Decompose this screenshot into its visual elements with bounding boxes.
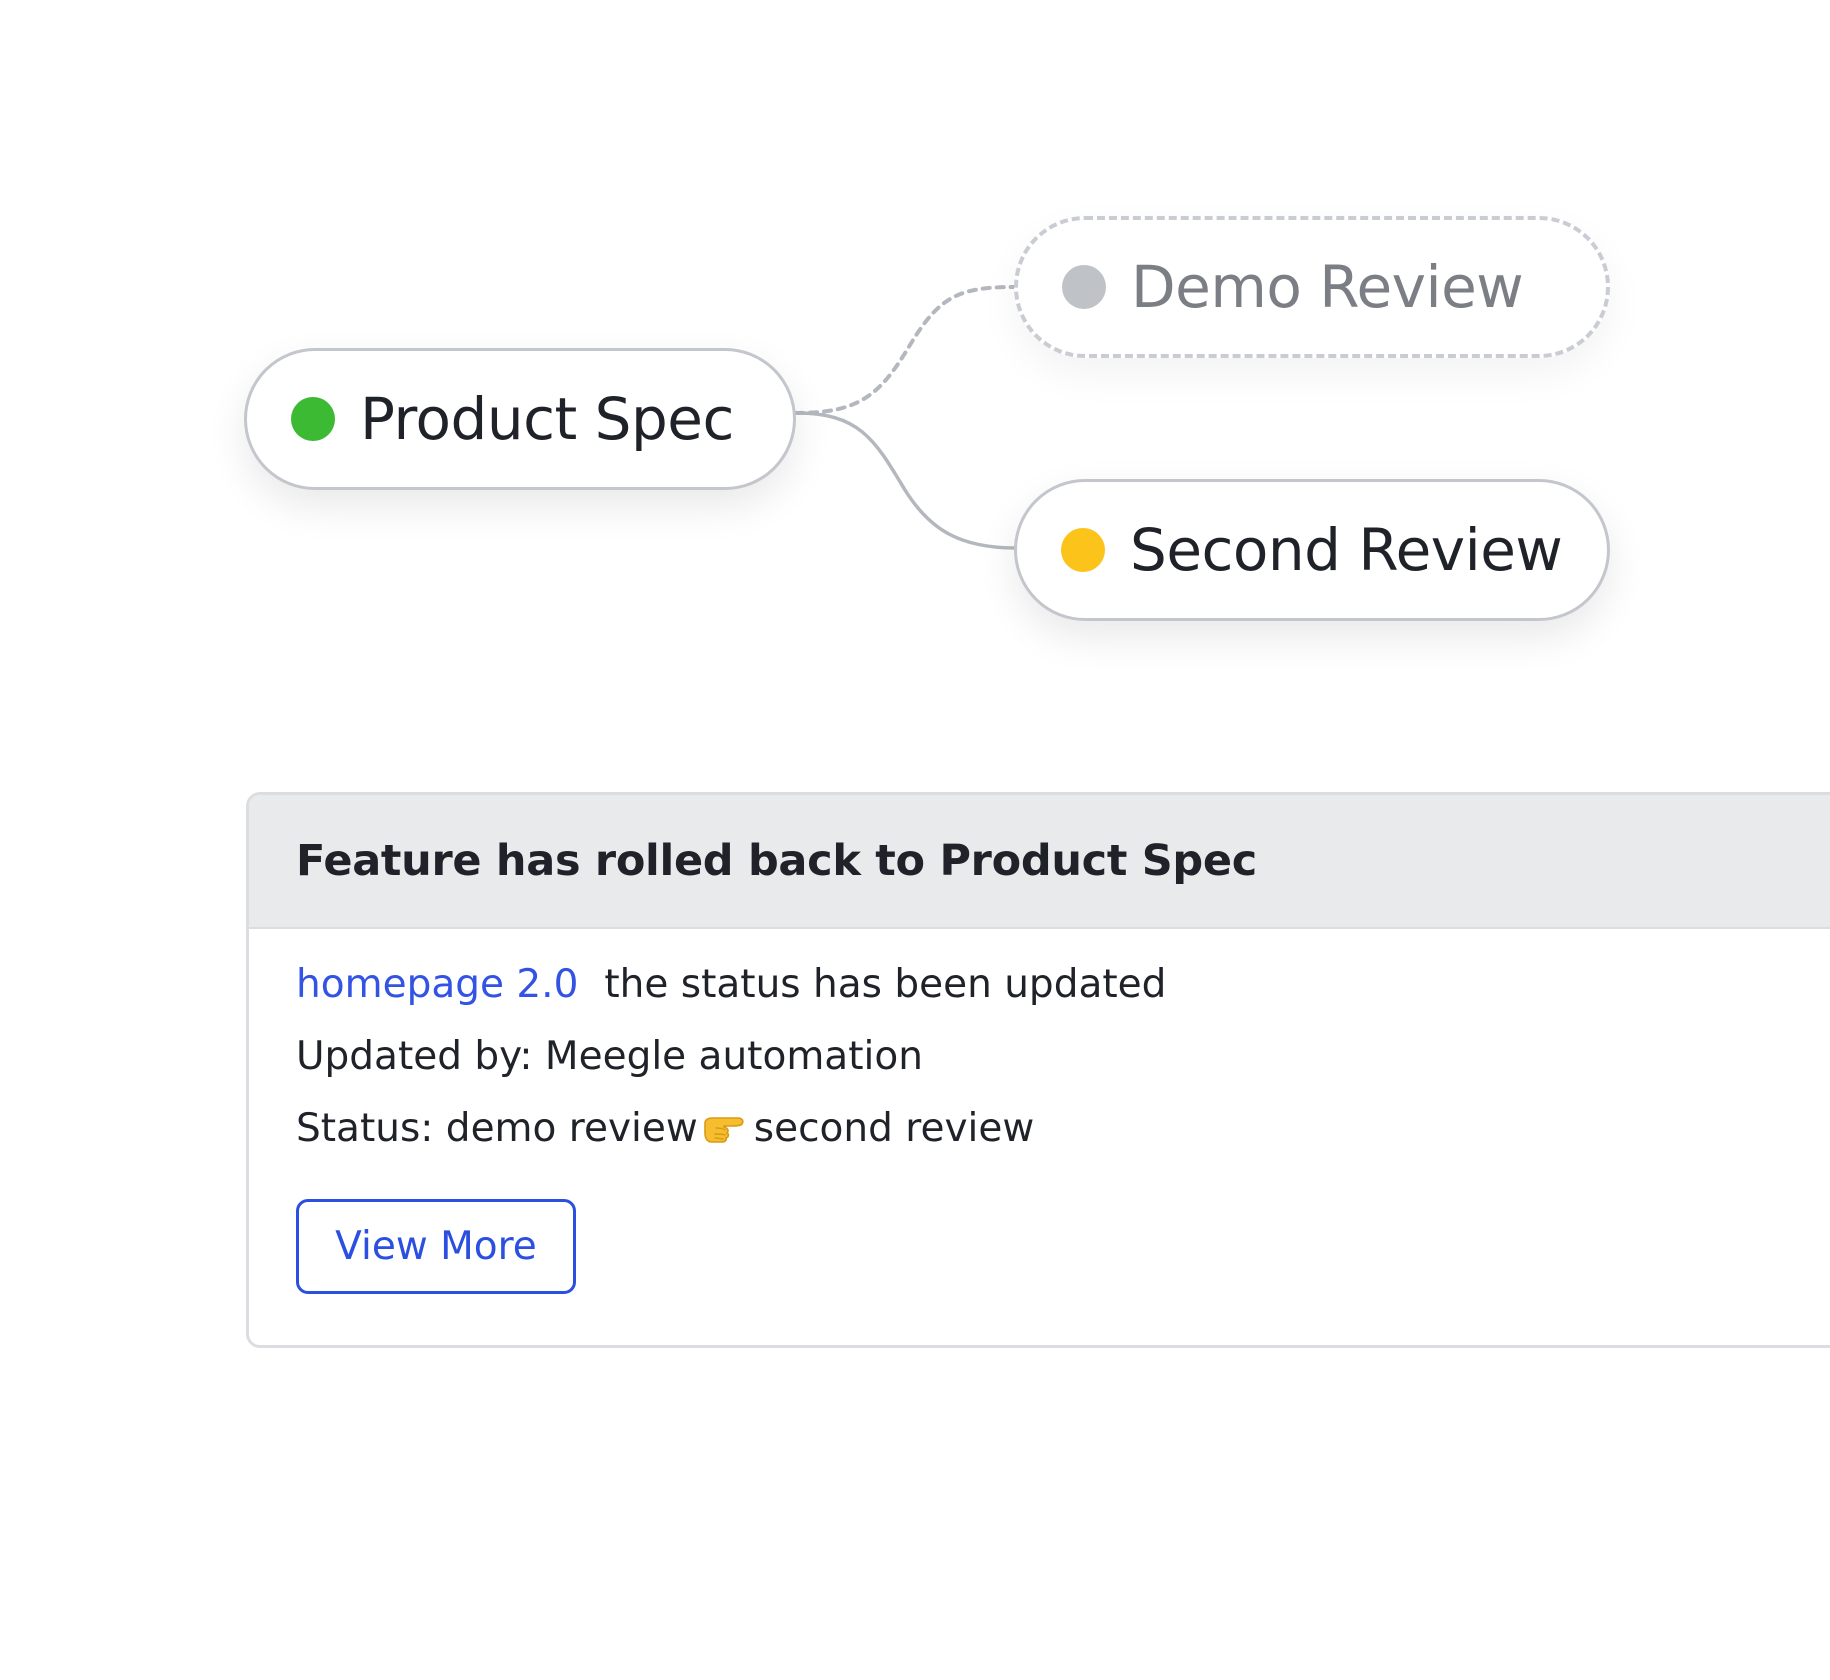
work-item-link[interactable]: homepage 2.0 xyxy=(296,962,578,1007)
notification-title: Feature has rolled back to Product Spec xyxy=(296,836,1257,886)
connector-demo-review xyxy=(794,285,1018,415)
node-label: Demo Review xyxy=(1131,253,1524,321)
view-more-button[interactable]: View More xyxy=(296,1199,576,1294)
status-update-line: homepage 2.0 the status has been updated xyxy=(296,949,1830,1021)
connector-second-review xyxy=(794,411,1018,550)
notification-header: Feature has rolled back to Product Spec xyxy=(249,795,1830,929)
notification-body: homepage 2.0 the status has been updated … xyxy=(249,929,1830,1294)
node-second-review[interactable]: Second Review xyxy=(1014,479,1610,621)
status-update-text: the status has been updated xyxy=(604,962,1167,1007)
status-from-text: Status: demo review xyxy=(296,1106,698,1151)
node-demo-review[interactable]: Demo Review xyxy=(1014,216,1610,358)
node-product-spec[interactable]: Product Spec xyxy=(244,348,796,490)
status-change-line: Status: demo review second review xyxy=(296,1093,1830,1165)
node-label: Product Spec xyxy=(360,385,734,453)
notification-card: Feature has rolled back to Product Spec … xyxy=(246,792,1830,1348)
status-dot-green xyxy=(291,397,335,441)
node-label: Second Review xyxy=(1130,516,1563,584)
pointing-right-hand-icon xyxy=(702,1095,746,1167)
updated-by-line: Updated by: Meegle automation xyxy=(296,1034,923,1079)
status-dot-gray xyxy=(1062,265,1106,309)
status-to-text: second review xyxy=(753,1106,1035,1151)
status-dot-yellow xyxy=(1061,528,1105,572)
workflow-diagram: Product Spec Demo Review Second Review xyxy=(0,0,1830,760)
